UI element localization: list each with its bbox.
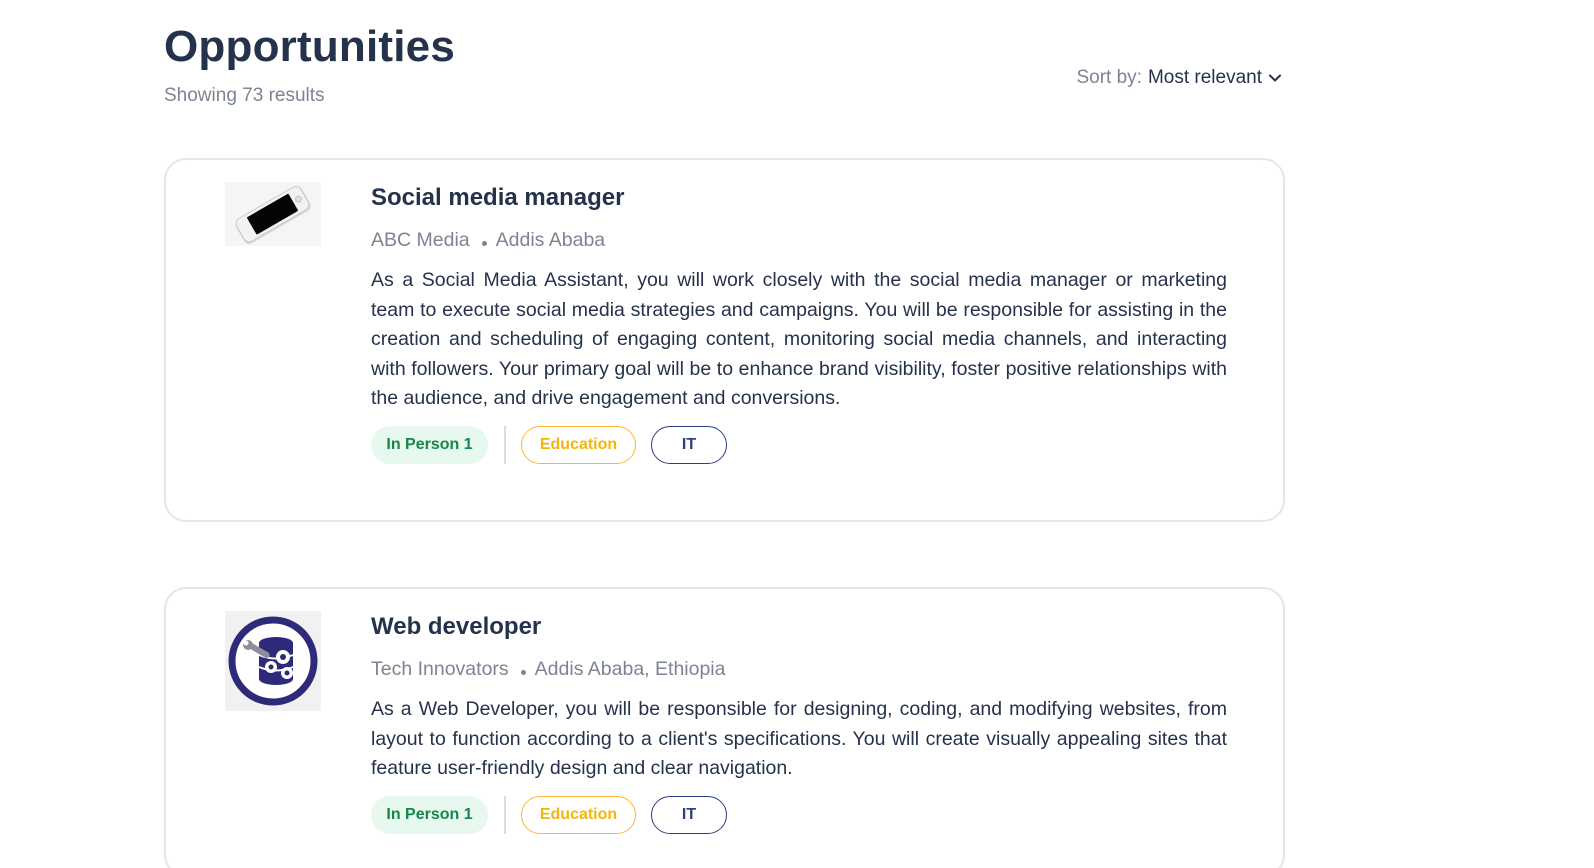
- job-description: As a Social Media Assistant, you will wo…: [371, 269, 1227, 409]
- chevron-down-icon: [1269, 74, 1281, 82]
- tag-education[interactable]: Education: [521, 425, 636, 464]
- tag-list: In Person 1 Education IT: [371, 795, 1227, 834]
- job-description: As a Web Developer, you will be responsi…: [371, 698, 1227, 779]
- company-name: Tech Innovators: [371, 658, 509, 680]
- company-name: ABC Media: [371, 229, 470, 251]
- job-location: Addis Ababa, Ethiopia: [534, 658, 726, 680]
- smartphone-icon: [225, 182, 321, 246]
- separator-dot: [520, 670, 526, 675]
- tag-it[interactable]: IT: [651, 425, 727, 464]
- tag-list: In Person 1 Education IT: [371, 425, 1227, 464]
- job-title[interactable]: Social media manager: [371, 184, 1227, 212]
- sort-label: Sort by:: [1076, 67, 1142, 88]
- tag-it[interactable]: IT: [651, 795, 727, 834]
- page-title: Opportunities: [164, 22, 456, 71]
- tag-in-person[interactable]: In Person 1: [371, 795, 488, 834]
- job-card[interactable]: Web developer Tech Innovators Addis Abab…: [164, 587, 1285, 868]
- tag-education[interactable]: Education: [521, 795, 636, 834]
- database-gears-icon: [225, 611, 321, 711]
- job-card[interactable]: Social media manager ABC Media Addis Aba…: [164, 158, 1285, 522]
- tag-divider: [504, 795, 506, 834]
- results-count: Showing 73 results: [164, 85, 325, 106]
- job-title[interactable]: Web developer: [371, 613, 1227, 641]
- job-meta: Tech Innovators Addis Ababa, Ethiopia: [371, 658, 1227, 681]
- job-meta: ABC Media Addis Ababa: [371, 229, 1227, 252]
- separator-dot: [481, 241, 487, 246]
- sort-dropdown[interactable]: Sort by: Most relevant: [1076, 67, 1282, 89]
- opportunities-page: Opportunities Showing 73 results Sort by…: [0, 0, 1594, 868]
- job-location: Addis Ababa: [495, 229, 606, 251]
- sort-value: Most relevant: [1147, 67, 1262, 88]
- tag-in-person[interactable]: In Person 1: [371, 425, 488, 464]
- tag-divider: [504, 425, 506, 464]
- company-logo: [225, 611, 321, 711]
- company-logo: [225, 182, 321, 246]
